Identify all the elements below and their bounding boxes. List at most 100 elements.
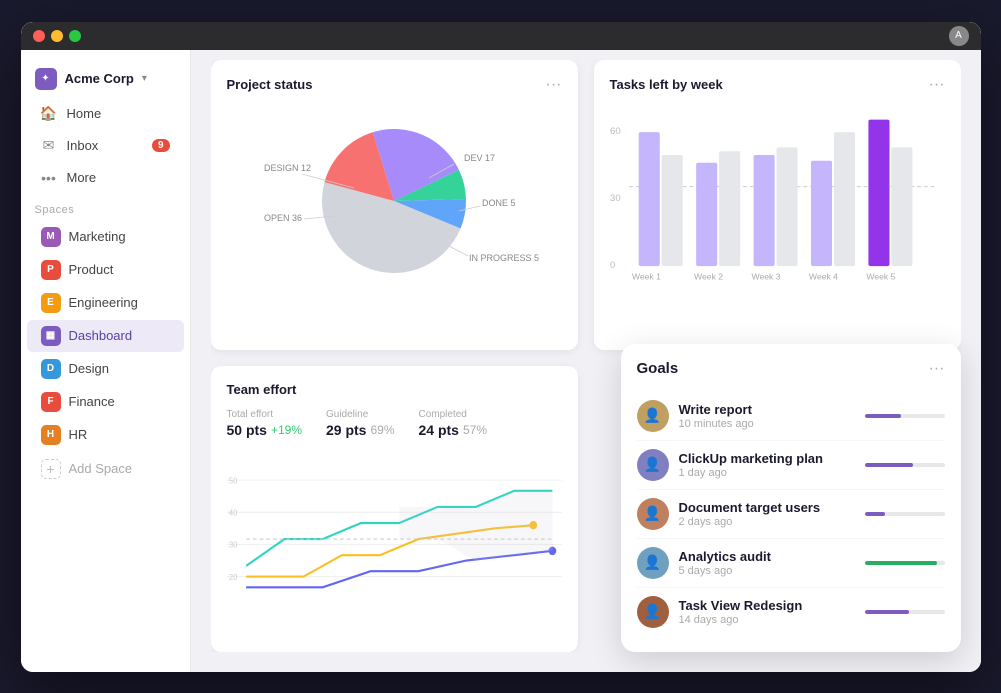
goal-item-2[interactable]: 👤 Document target users 2 days ago: [637, 490, 945, 539]
tasks-by-week-card: Tasks left by week ··· 60 30 0: [594, 60, 961, 350]
total-effort-change: +19%: [271, 423, 302, 437]
app-window: A ✦ Acme Corp ▾ 🏠 Home ✉ Inbox 9 ••• Mor…: [21, 22, 981, 672]
minimize-button[interactable]: [51, 30, 63, 42]
project-status-menu[interactable]: ···: [546, 76, 562, 94]
sidebar-item-product[interactable]: P Product: [27, 254, 184, 286]
goal-info-4: Task View Redesign 14 days ago: [679, 598, 855, 626]
goal-name-0: Write report: [679, 402, 855, 417]
team-effort-card: Team effort Total effort 50 pts +19% Gui…: [211, 366, 578, 652]
goals-title: Goals: [637, 360, 679, 377]
completed-value: 24 pts: [419, 422, 459, 438]
completed-pct: 57%: [463, 423, 487, 437]
goals-menu[interactable]: ···: [929, 360, 945, 378]
maximize-button[interactable]: [69, 30, 81, 42]
effort-stats: Total effort 50 pts +19% Guideline 29 pt…: [227, 409, 562, 438]
line-chart-svg: 50 40 30 20: [227, 448, 562, 598]
goal-item-4[interactable]: 👤 Task View Redesign 14 days ago: [637, 588, 945, 636]
space-dot-design: D: [41, 359, 61, 379]
goal-item-1[interactable]: 👤 ClickUp marketing plan 1 day ago: [637, 441, 945, 490]
svg-text:Week 1: Week 1: [631, 271, 660, 281]
svg-text:60: 60: [610, 126, 621, 137]
goal-time-4: 14 days ago: [679, 614, 855, 626]
project-status-card: Project status ··· DEV 17: [211, 60, 578, 350]
svg-text:Week 2: Week 2: [694, 271, 723, 281]
progress-bg-3: [865, 561, 945, 565]
sidebar-item-design[interactable]: D Design: [27, 353, 184, 385]
progress-fill-2: [865, 512, 885, 516]
progress-bg-0: [865, 414, 945, 418]
space-label-engineering: Engineering: [69, 295, 138, 310]
spaces-label: Spaces: [21, 194, 190, 220]
workspace-icon: ✦: [35, 68, 57, 90]
add-space-label: Add Space: [69, 461, 133, 476]
pie-label-inprogress: IN PROGRESS 5: [469, 253, 539, 263]
workspace-name: Acme Corp: [65, 71, 134, 86]
sidebar-item-dashboard[interactable]: ▦ Dashboard: [27, 320, 184, 352]
svg-text:0: 0: [610, 260, 615, 271]
space-label-dashboard: Dashboard: [69, 328, 133, 343]
guideline-pct: 69%: [370, 423, 394, 437]
sidebar-item-hr[interactable]: H HR: [27, 419, 184, 451]
add-space-icon: +: [41, 459, 61, 479]
sidebar-item-engineering[interactable]: E Engineering: [27, 287, 184, 319]
project-status-header: Project status ···: [227, 76, 562, 94]
pie-label-open: OPEN 36: [264, 213, 302, 223]
add-space-button[interactable]: + Add Space: [27, 453, 184, 485]
goal-avatar-0: 👤: [637, 400, 669, 432]
title-bar: A: [21, 22, 981, 50]
tasks-menu[interactable]: ···: [929, 76, 945, 94]
close-button[interactable]: [33, 30, 45, 42]
goal-avatar-3: 👤: [637, 547, 669, 579]
progress-fill-3: [865, 561, 937, 565]
nav-label-home: Home: [67, 106, 102, 121]
svg-text:50: 50: [228, 475, 237, 484]
total-effort-label: Total effort: [227, 409, 303, 420]
goal-name-3: Analytics audit: [679, 549, 855, 564]
progress-fill-1: [865, 463, 913, 467]
space-dot-hr: H: [41, 425, 61, 445]
pie-label-done: DONE 5: [482, 198, 516, 208]
goal-item-0[interactable]: 👤 Write report 10 minutes ago: [637, 392, 945, 441]
goal-progress-0: [865, 414, 945, 418]
progress-fill-4: [865, 610, 909, 614]
space-dot-engineering: E: [41, 293, 61, 313]
goal-progress-3: [865, 561, 945, 565]
goal-info-2: Document target users 2 days ago: [679, 500, 855, 528]
nav-item-inbox[interactable]: ✉ Inbox 9: [27, 131, 184, 161]
goals-list: 👤 Write report 10 minutes ago 👤 ClickUp …: [637, 392, 945, 636]
space-label-marketing: Marketing: [69, 229, 126, 244]
inbox-icon: ✉: [41, 138, 57, 154]
workspace-chevron-icon: ▾: [142, 73, 147, 84]
progress-bg-2: [865, 512, 945, 516]
nav-item-more[interactable]: ••• More: [27, 163, 184, 193]
guideline-stat: Guideline 29 pts 69%: [326, 409, 395, 438]
completed-label: Completed: [419, 409, 488, 420]
goal-info-1: ClickUp marketing plan 1 day ago: [679, 451, 855, 479]
bar-chart: 60 30 0: [610, 106, 945, 296]
inbox-badge: 9: [152, 139, 170, 152]
svg-text:30: 30: [610, 193, 621, 204]
workspace-header[interactable]: ✦ Acme Corp ▾: [21, 60, 190, 98]
spaces-list: M Marketing P Product E Engineering ▦ Da…: [21, 220, 190, 452]
goal-time-0: 10 minutes ago: [679, 418, 855, 430]
goal-avatar-4: 👤: [637, 596, 669, 628]
goal-time-1: 1 day ago: [679, 467, 855, 479]
svg-text:Week 3: Week 3: [751, 271, 780, 281]
sidebar-item-finance[interactable]: F Finance: [27, 386, 184, 418]
nav-item-home[interactable]: 🏠 Home: [27, 99, 184, 129]
nav-label-inbox: Inbox: [67, 138, 99, 153]
pie-label-design: DESIGN 12: [264, 163, 311, 173]
sidebar-item-marketing[interactable]: M Marketing: [27, 221, 184, 253]
goal-progress-1: [865, 463, 945, 467]
tasks-title: Tasks left by week: [610, 77, 723, 92]
goal-avatar-2: 👤: [637, 498, 669, 530]
svg-text:Week 5: Week 5: [866, 271, 895, 281]
goal-progress-4: [865, 610, 945, 614]
goal-time-2: 2 days ago: [679, 516, 855, 528]
progress-bg-1: [865, 463, 945, 467]
goal-item-3[interactable]: 👤 Analytics audit 5 days ago: [637, 539, 945, 588]
space-label-finance: Finance: [69, 394, 115, 409]
goal-avatar-1: 👤: [637, 449, 669, 481]
user-avatar[interactable]: A: [949, 26, 969, 46]
space-dot-marketing: M: [41, 227, 61, 247]
